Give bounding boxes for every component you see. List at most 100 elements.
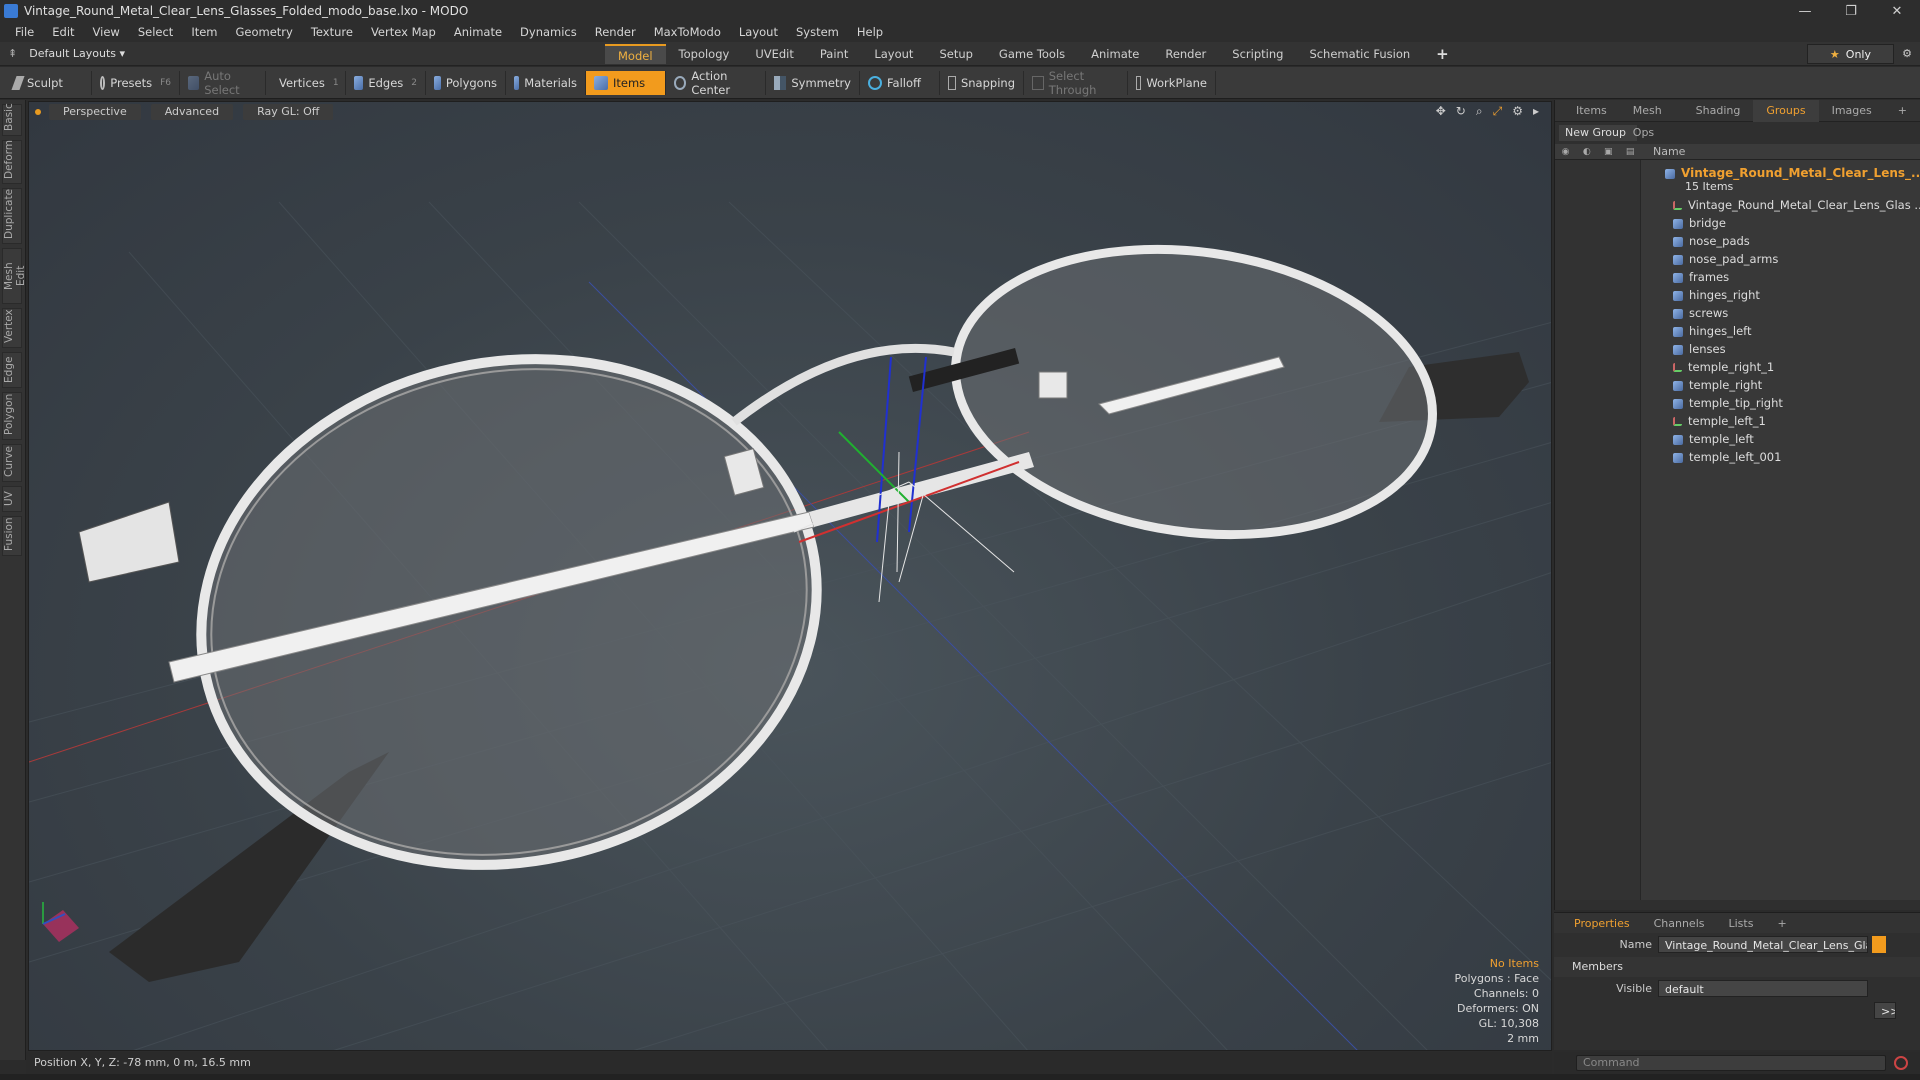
tab-paint[interactable]: Paint [807,44,861,64]
items-button[interactable]: Items [586,70,666,95]
menu-layout[interactable]: Layout [730,22,787,42]
menu-animate[interactable]: Animate [445,22,511,42]
tab-game-tools[interactable]: Game Tools [986,44,1078,64]
expand-button[interactable]: >> [1874,1001,1896,1019]
add-properties-tab-button[interactable]: + [1765,917,1798,930]
tab-mesh-ops[interactable]: Mesh Ops [1620,100,1683,139]
menu-render[interactable]: Render [586,22,645,42]
rail-tab-fusion[interactable]: Fusion [2,516,22,556]
tab-layout[interactable]: Layout [861,44,926,64]
action-center-button[interactable]: Action Center [666,69,766,97]
name-options-button[interactable] [1872,935,1886,953]
menu-file[interactable]: File [6,22,43,42]
tab-properties[interactable]: Properties [1562,917,1642,930]
rail-tab-curve[interactable]: Curve [2,444,22,482]
sculpt-button[interactable]: Sculpt [6,70,92,95]
menu-vertex-map[interactable]: Vertex Map [362,22,445,42]
viewport-gear-icon[interactable]: ⚙ [1512,104,1523,119]
close-button[interactable]: ✕ [1874,0,1920,22]
list-item[interactable]: lenses [1673,340,1920,358]
command-history-icon[interactable] [1894,1056,1908,1070]
list-item[interactable]: frames [1673,268,1920,286]
rail-tab-deform[interactable]: Deform [2,140,22,184]
symmetry-button[interactable]: Symmetry [766,70,860,95]
rotate-icon[interactable]: ↻ [1456,104,1466,119]
list-item[interactable]: temple_right_1 [1673,358,1920,376]
minimize-button[interactable]: — [1782,0,1828,22]
name-column-header[interactable]: Name [1641,145,1685,158]
add-tab-button[interactable]: + [1423,44,1462,64]
rail-tab-edge[interactable]: Edge [2,352,22,388]
visible-dropdown[interactable]: default [1658,979,1868,997]
auto-select-button[interactable]: Auto Select [180,69,266,97]
tab-images[interactable]: Images [1819,100,1885,122]
falloff-button[interactable]: Falloff [860,70,940,95]
3d-viewport[interactable]: Perspective Advanced Ray GL: Off ✥ ↻ ⌕ ⤢… [28,101,1552,1051]
list-item[interactable]: temple_left_001 [1673,448,1920,466]
list-item[interactable]: temple_left_1 [1673,412,1920,430]
select-through-button[interactable]: Select Through [1024,69,1128,97]
list-item[interactable]: hinges_right [1673,286,1920,304]
list-item[interactable]: nose_pad_arms [1673,250,1920,268]
edges-button[interactable]: Edges 2 [346,70,426,95]
layouts-dropdown[interactable]: Default Layouts ▾ [29,47,125,60]
add-panel-tab-button[interactable]: + [1885,100,1920,122]
shading-dropdown[interactable]: Advanced [150,104,234,120]
command-input[interactable]: Command [1576,1055,1886,1071]
list-item[interactable]: bridge [1673,214,1920,232]
tab-channels[interactable]: Channels [1642,917,1717,930]
tab-items[interactable]: Items [1563,100,1620,122]
new-group-button[interactable]: New Group [1559,125,1637,141]
only-button[interactable]: ★ Only [1806,43,1894,64]
menu-texture[interactable]: Texture [302,22,362,42]
tab-model[interactable]: Model [605,43,666,64]
list-item[interactable]: hinges_left [1673,322,1920,340]
pin-icon[interactable]: ⇞ [8,47,17,60]
viewport-expand-icon[interactable]: ▸ [1533,104,1539,119]
list-item[interactable]: nose_pads [1673,232,1920,250]
name-field[interactable]: Vintage_Round_Metal_Clear_Lens_Glass [1658,935,1868,953]
list-item[interactable]: temple_left [1673,430,1920,448]
workplane-button[interactable]: WorkPlane [1128,70,1216,95]
layouts-selector[interactable]: ⇞ Default Layouts ▾ [0,47,605,60]
menu-maxtomodo[interactable]: MaxToModo [645,22,730,42]
menu-help[interactable]: Help [848,22,892,42]
tab-scripting[interactable]: Scripting [1219,44,1296,64]
tab-shading[interactable]: Shading [1683,100,1754,122]
menu-dynamics[interactable]: Dynamics [511,22,586,42]
menu-view[interactable]: View [84,22,129,42]
raygl-toggle[interactable]: Ray GL: Off [243,104,334,120]
presets-button[interactable]: Presets F6 [92,70,180,95]
eye-icon[interactable]: ◉ [1562,147,1570,157]
tab-render[interactable]: Render [1152,44,1219,64]
rail-tab-mesh-edit[interactable]: Mesh Edit [2,248,27,304]
materials-button[interactable]: Materials [506,70,586,95]
select-icon[interactable]: ▤ [1626,147,1635,157]
menu-edit[interactable]: Edit [43,22,83,42]
rail-tab-polygon[interactable]: Polygon [2,392,22,440]
view-type-dropdown[interactable]: Perspective [49,104,141,120]
viewport-options-dot[interactable] [35,109,41,115]
pan-icon[interactable]: ✥ [1436,104,1446,119]
tab-animate[interactable]: Animate [1078,44,1152,64]
menu-system[interactable]: System [787,22,848,42]
render-icon[interactable]: ◐ [1583,147,1591,157]
tab-schematic-fusion[interactable]: Schematic Fusion [1296,44,1423,64]
maximize-button[interactable]: ❐ [1828,0,1874,22]
lock-icon[interactable]: ▣ [1604,147,1613,157]
zoom-icon[interactable]: ⌕ [1476,104,1483,119]
menu-select[interactable]: Select [129,22,182,42]
rail-tab-basic[interactable]: Basic [2,103,22,136]
tab-uvedit[interactable]: UVEdit [742,44,807,64]
menu-geometry[interactable]: Geometry [227,22,302,42]
list-item[interactable]: Vintage_Round_Metal_Clear_Lens_Glas ... [1673,196,1920,214]
gear-icon[interactable]: ⚙ [1894,47,1920,60]
rail-tab-vertex[interactable]: Vertex [2,308,22,348]
menu-item[interactable]: Item [182,22,226,42]
vertices-button[interactable]: Vertices 1 [266,70,346,95]
fit-icon[interactable]: ⤢ [1493,104,1503,119]
gizmo-z-handle[interactable] [876,356,892,543]
list-item[interactable]: temple_right [1673,376,1920,394]
snapping-button[interactable]: Snapping [940,70,1024,95]
rail-tab-duplicate[interactable]: Duplicate [2,188,22,244]
